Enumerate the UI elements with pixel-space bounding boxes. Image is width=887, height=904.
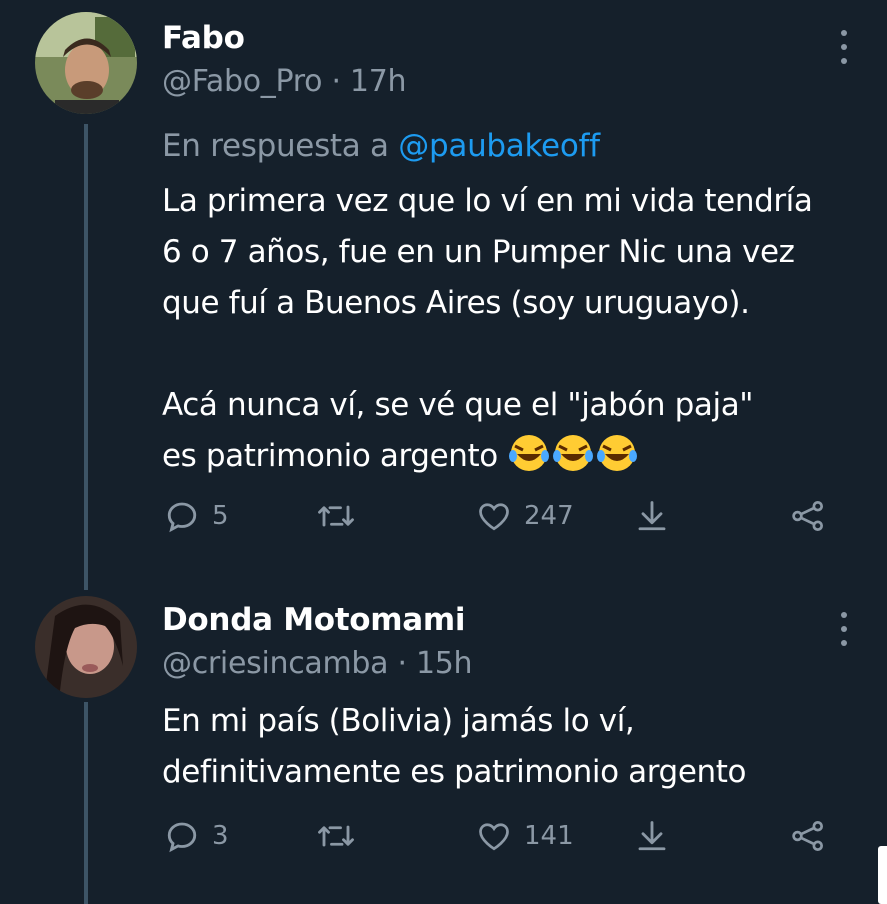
tweet-text-content: En mi país (Bolivia) jamás lo ví, defini… bbox=[162, 703, 747, 790]
avatar[interactable] bbox=[35, 596, 137, 698]
timestamp[interactable]: · 15h bbox=[397, 646, 472, 681]
author-handle-row: @Fabo_Pro · 17h bbox=[162, 64, 407, 99]
share-link-button[interactable] bbox=[790, 818, 826, 854]
retweet-icon bbox=[318, 505, 354, 527]
thread-line bbox=[84, 702, 88, 904]
tweet-1[interactable]: Fabo @Fabo_Pro · 17h En respuesta a @pau… bbox=[0, 0, 887, 590]
rolling-on-floor-laughing-icon bbox=[507, 434, 551, 488]
reply-count: 3 bbox=[212, 821, 229, 851]
timestamp[interactable]: · 17h bbox=[331, 64, 406, 99]
reply-button[interactable]: 5 bbox=[164, 498, 229, 534]
retweet-button[interactable] bbox=[316, 498, 368, 534]
download-arrow-icon bbox=[638, 501, 666, 531]
like-count: 247 bbox=[524, 501, 574, 531]
download-arrow-icon bbox=[638, 821, 666, 851]
share-nodes-icon bbox=[792, 501, 823, 531]
rolling-on-floor-laughing-icon bbox=[551, 434, 595, 488]
reply-icon bbox=[167, 502, 197, 533]
author-handle[interactable]: @Fabo_Pro bbox=[162, 64, 322, 99]
retweet-button[interactable] bbox=[316, 818, 368, 854]
rolling-on-floor-laughing-icon bbox=[595, 434, 639, 488]
retweet-icon bbox=[318, 825, 354, 847]
like-count: 141 bbox=[524, 821, 574, 851]
share-nodes-icon bbox=[792, 821, 823, 851]
author-handle-row: @criesincamba · 15h bbox=[162, 646, 473, 681]
avatar[interactable] bbox=[35, 12, 137, 114]
tweet-text: En mi país (Bolivia) jamás lo ví, defini… bbox=[162, 696, 862, 798]
scrollbar-thumb[interactable] bbox=[878, 846, 887, 904]
more-options-icon[interactable] bbox=[830, 30, 858, 64]
tweet-2[interactable]: Donda Motomami @criesincamba · 15h En mi… bbox=[0, 590, 887, 904]
more-options-icon[interactable] bbox=[830, 612, 858, 646]
tweet-actions: 3 141 bbox=[0, 816, 887, 856]
reply-button[interactable]: 3 bbox=[164, 818, 229, 854]
heart-icon bbox=[479, 503, 509, 531]
author-name[interactable]: Fabo bbox=[162, 20, 245, 56]
tweet-actions: 5 247 bbox=[0, 496, 887, 536]
reply-count: 5 bbox=[212, 501, 229, 531]
reply-icon bbox=[167, 822, 197, 853]
reply-context: En respuesta a @paubakeoff bbox=[162, 128, 600, 164]
like-button[interactable]: 247 bbox=[476, 498, 574, 534]
heart-icon bbox=[479, 823, 509, 851]
author-name[interactable]: Donda Motomami bbox=[162, 602, 466, 638]
author-handle[interactable]: @criesincamba bbox=[162, 646, 389, 681]
tweet-text-content: La primera vez que lo ví en mi vida tend… bbox=[162, 183, 813, 474]
reply-mention-link[interactable]: @paubakeoff bbox=[398, 128, 600, 164]
like-button[interactable]: 141 bbox=[476, 818, 574, 854]
share-link-button[interactable] bbox=[790, 498, 826, 534]
reply-prefix: En respuesta a bbox=[162, 128, 389, 164]
share-button[interactable] bbox=[634, 498, 670, 534]
share-button[interactable] bbox=[634, 818, 670, 854]
tweet-text: La primera vez que lo ví en mi vida tend… bbox=[162, 176, 862, 488]
